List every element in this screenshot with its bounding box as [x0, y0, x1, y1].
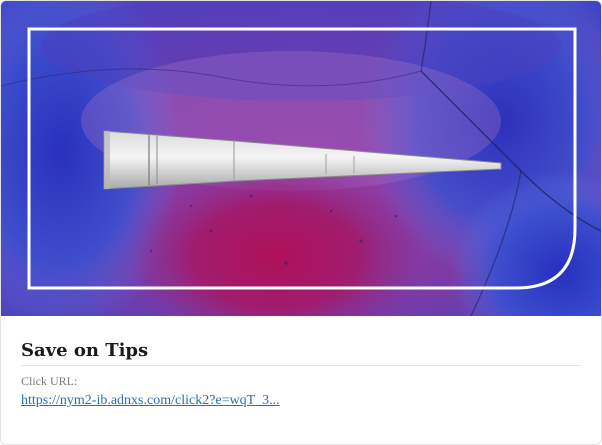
ad-card[interactable]: Save on Tips Click URL: https://nym2-ib.…	[0, 0, 602, 445]
click-url-label: Click URL:	[21, 374, 78, 388]
ad-title: Save on Tips	[21, 339, 581, 366]
ad-content: Save on Tips Click URL: https://nym2-ib.…	[21, 339, 581, 409]
click-url-link[interactable]: https://nym2-ib.adnxs.com/click2?e=wqT_3…	[21, 393, 280, 409]
hero-image[interactable]	[1, 1, 601, 316]
pipette-tip-image	[1, 1, 601, 316]
